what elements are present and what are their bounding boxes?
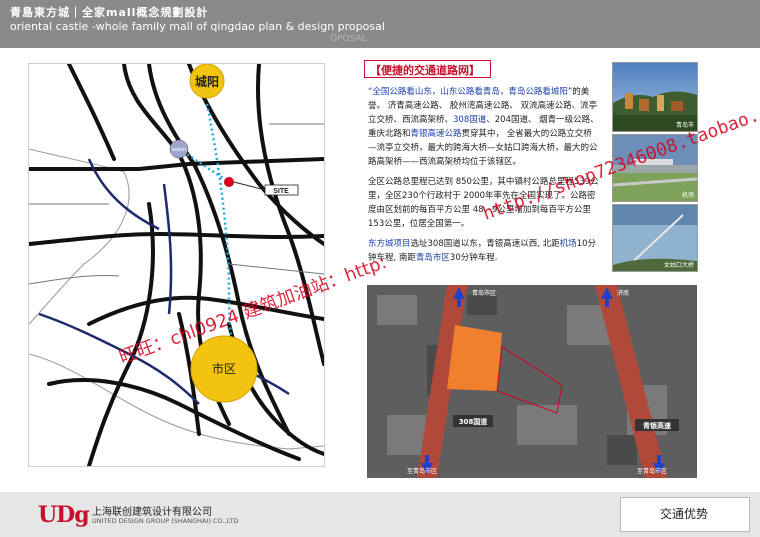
site-label: SITE xyxy=(273,188,289,195)
road-network-map: SITE airport 城阳 市区 xyxy=(28,63,325,467)
company-name-en: UNITED DESIGN GROUP (SHANGHAI) CO.,LTD xyxy=(92,517,239,525)
aerial-site-photo: 青岛市区 济南 至青岛市区 至青岛市区 308国道 青银高速 xyxy=(367,285,697,478)
aerial-road-qy: 青银高速 xyxy=(643,421,671,430)
company-logo: UDg xyxy=(38,502,90,528)
p1-quote: “全国公路看山东，山东公路看青岛，青岛公路看城阳 xyxy=(368,87,568,97)
city-north-label: 城阳 xyxy=(195,74,219,89)
page-title: 交通优势 xyxy=(659,507,708,521)
paragraph-1: “全国公路看山东，山东公路看青岛，青岛公路看城阳”的美誉。 济青高速公路、 胶州… xyxy=(368,85,600,169)
photo-airport-caption: 机场 xyxy=(681,192,694,199)
aerial-road-308: 308国道 xyxy=(459,417,488,426)
p3-text-a: 选址308国道以东，青银高速以西, 北距 xyxy=(410,239,560,249)
header-title-cn: 青島東方城｜全家mall概念規劃設計 xyxy=(10,6,209,19)
photo-bridge: 女姑口大桥 xyxy=(612,204,698,272)
section-title: 【便捷的交通道路网】 xyxy=(364,60,491,78)
aerial-label-left-top: 青岛市区 xyxy=(472,289,496,297)
p3-hl-b: 机场 xyxy=(559,239,577,249)
header-title-en: oriental castle -whole family mall of qi… xyxy=(10,20,385,33)
header-bar: 青島東方城｜全家mall概念規劃設計 oriental castle -whol… xyxy=(0,0,760,48)
photo-bridge-caption: 女姑口大桥 xyxy=(663,262,694,269)
p1-hl-308: 308国道 xyxy=(453,115,487,125)
company-name-cn: 上海联创建筑设计有限公司 xyxy=(92,507,212,518)
paragraph-3: 东方城项目选址308国道以东，青银高速以西, 北距机场10分钟车程, 南距青岛市… xyxy=(368,237,600,265)
p3-text-c: 30分钟车程. xyxy=(449,253,498,263)
p3-hl-c: 青岛市区 xyxy=(415,253,450,263)
airport-label: airport xyxy=(172,147,187,153)
city-center-label: 市区 xyxy=(212,361,236,376)
aerial-label-right-top: 济南 xyxy=(617,289,629,297)
aerial-label-right-bottom: 至青岛市区 xyxy=(637,467,667,475)
header-ghost-text: OPOSAL xyxy=(330,34,367,44)
p1-hl-qy: 青银高速公路 xyxy=(410,129,462,139)
p3-hl-a: 东方城项目 xyxy=(368,239,411,249)
photo-city: 青岛市 xyxy=(612,62,698,132)
aerial-label-left-bottom: 至青岛市区 xyxy=(407,467,437,475)
